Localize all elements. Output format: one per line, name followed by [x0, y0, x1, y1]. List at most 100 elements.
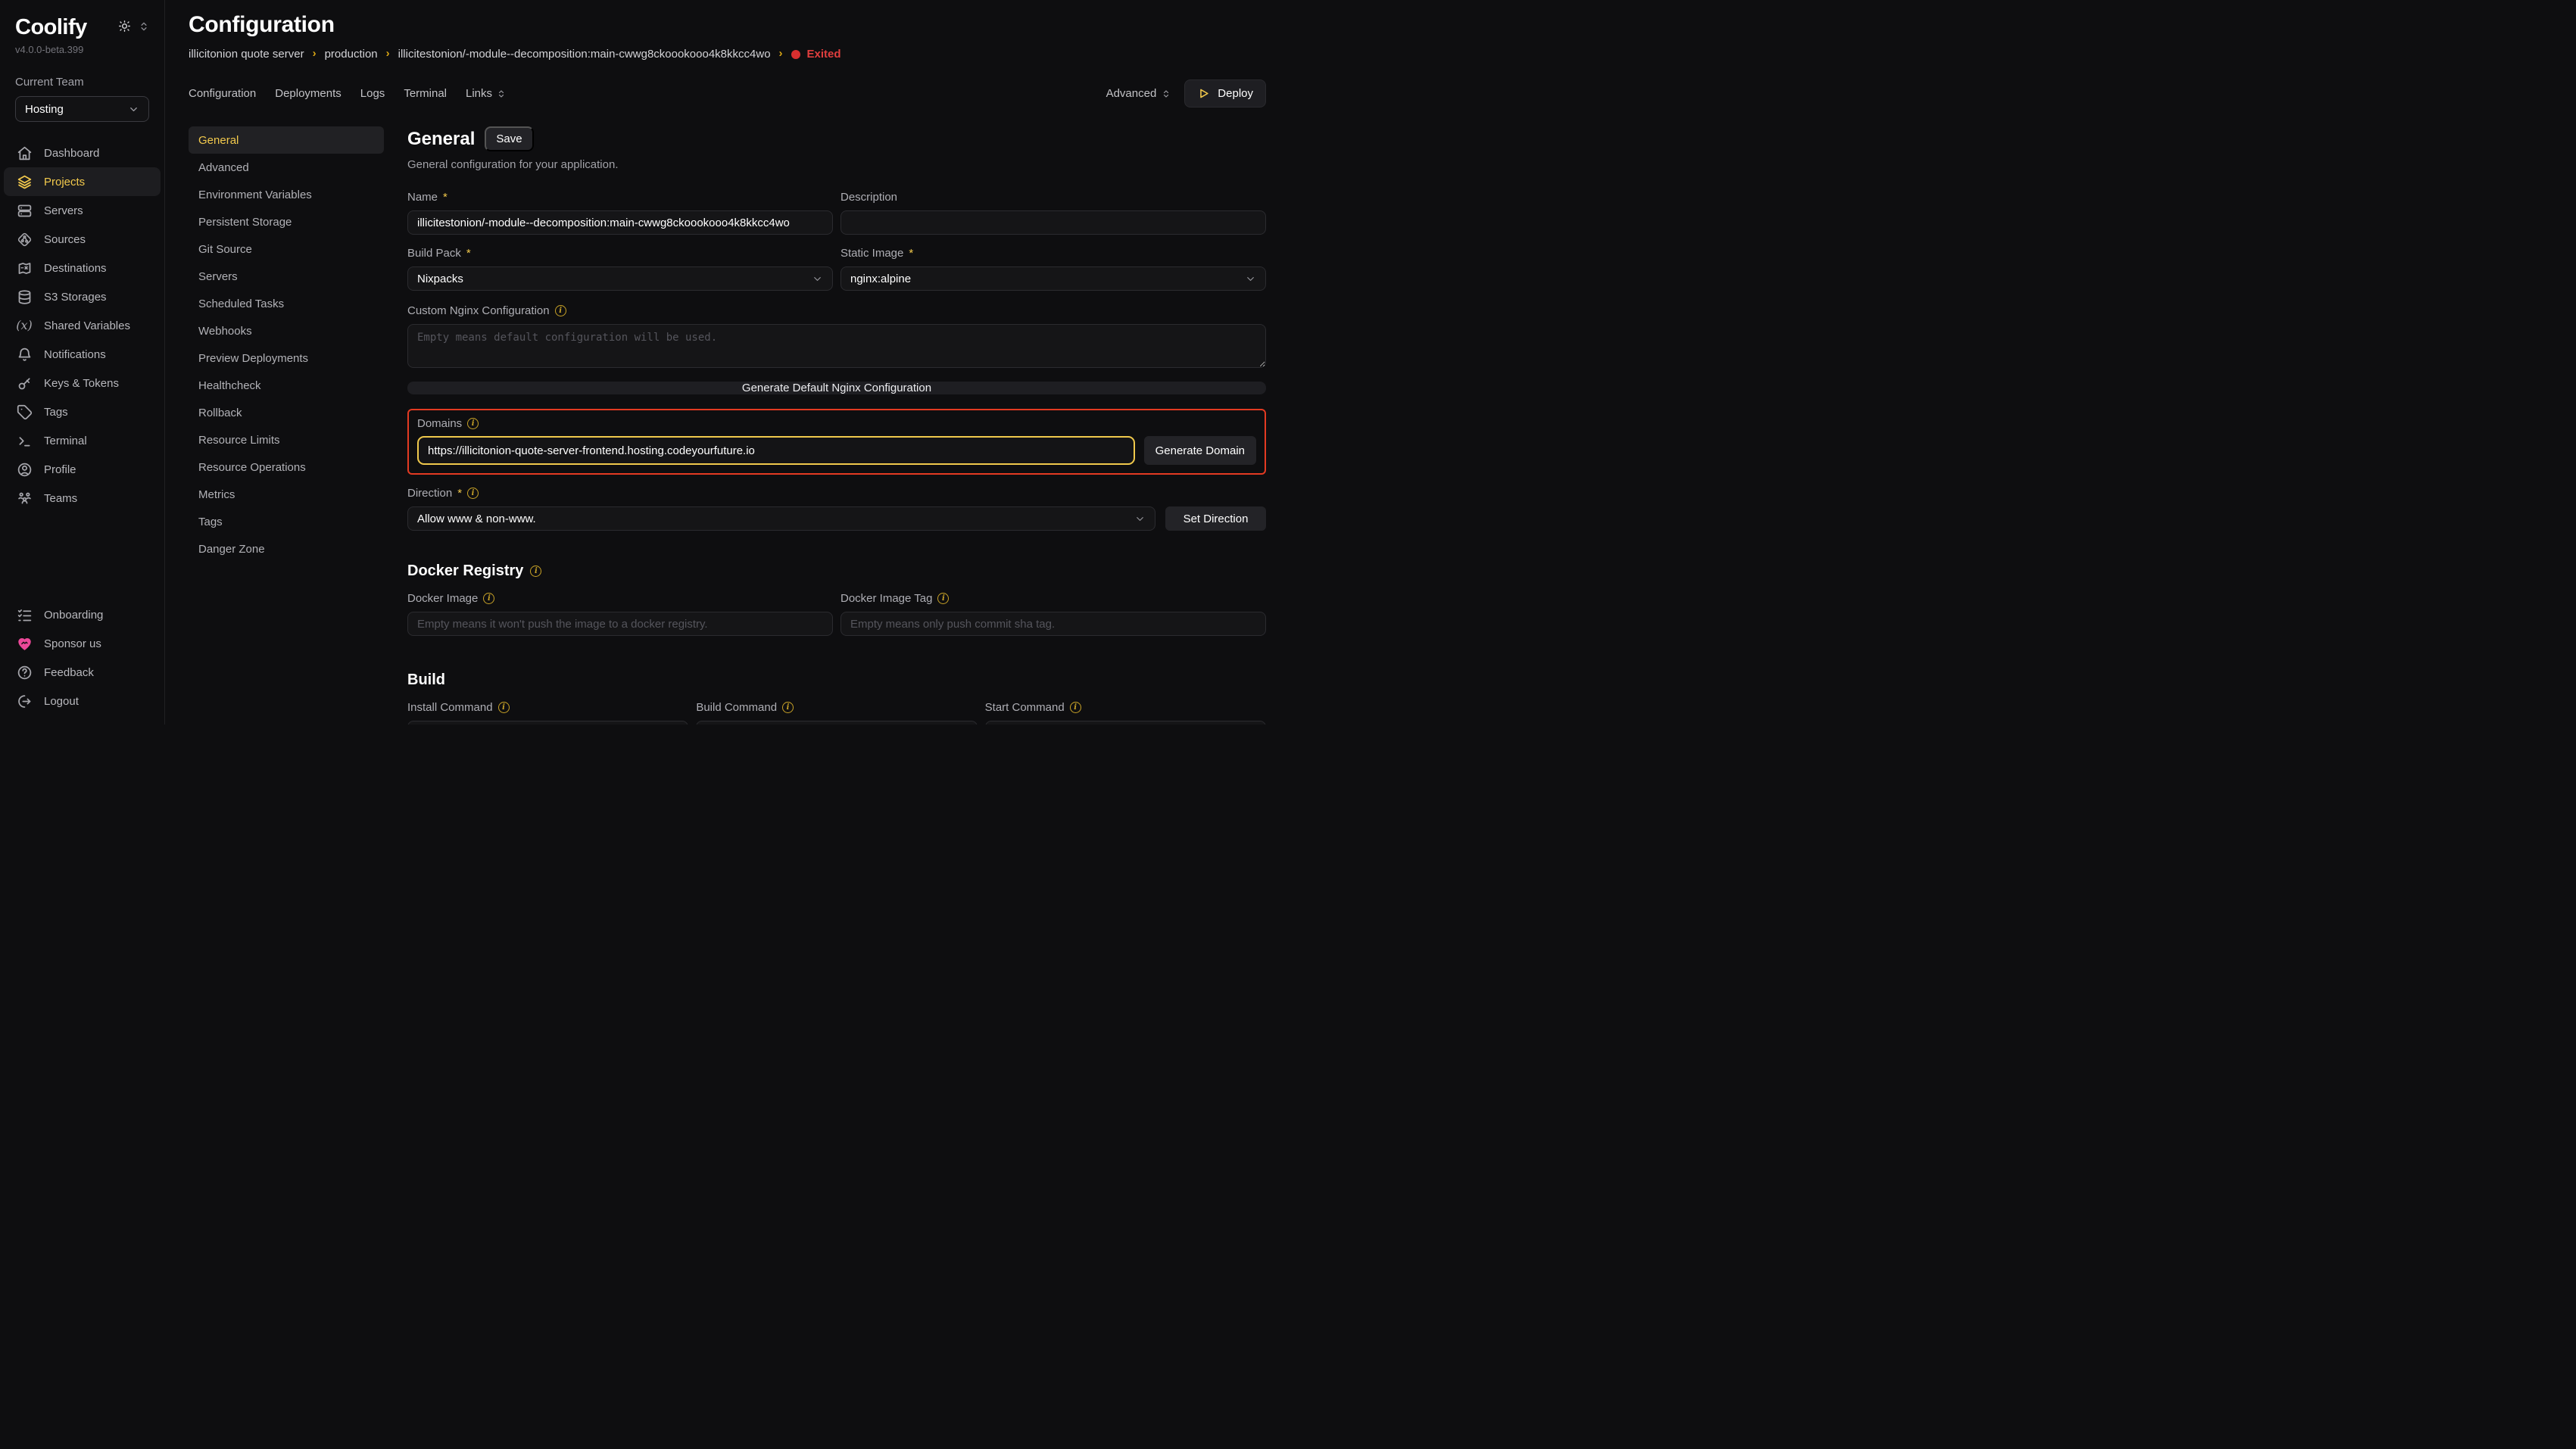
git-source-icon: [16, 232, 33, 248]
advanced-label: Advanced: [1106, 87, 1157, 100]
tab-logs[interactable]: Logs: [360, 87, 385, 100]
subnav-item-servers[interactable]: Servers: [189, 263, 384, 290]
build-pack-label: Build Pack: [407, 247, 461, 260]
tab-links[interactable]: Links: [466, 87, 506, 100]
install-command-input[interactable]: [407, 721, 688, 724]
static-image-select[interactable]: nginx:alpine: [840, 266, 1266, 291]
sidebar-item-label: Shared Variables: [44, 319, 130, 332]
tab-configuration[interactable]: Configuration: [189, 87, 256, 100]
sidebar-item-onboarding[interactable]: Onboarding: [4, 600, 161, 629]
subnav-item-environment-variables[interactable]: Environment Variables: [189, 181, 384, 208]
docker-image-input[interactable]: [407, 612, 833, 636]
chevron-right-icon: ›: [779, 47, 783, 60]
sidebar-item-s3-storages[interactable]: S3 Storages: [4, 282, 161, 311]
subnav-item-tags[interactable]: Tags: [189, 508, 384, 535]
build-pack-select[interactable]: Nixpacks: [407, 266, 833, 291]
sidebar-item-terminal[interactable]: Terminal: [4, 426, 161, 455]
subnav-item-advanced[interactable]: Advanced: [189, 154, 384, 181]
breadcrumb-environment[interactable]: production: [325, 48, 378, 61]
tab-terminal[interactable]: Terminal: [404, 87, 447, 100]
subnav-item-metrics[interactable]: Metrics: [189, 481, 384, 508]
chevron-right-icon: ›: [313, 47, 317, 60]
nginx-config-textarea[interactable]: [407, 324, 1266, 368]
advanced-toggle[interactable]: Advanced: [1106, 87, 1171, 100]
subnav-item-rollback[interactable]: Rollback: [189, 399, 384, 426]
breadcrumb: illicitonion quote server › production ›…: [189, 48, 1266, 61]
domains-input[interactable]: [417, 436, 1135, 465]
description-input[interactable]: [840, 210, 1266, 235]
static-image-label: Static Image: [840, 247, 903, 260]
logout-icon: [16, 693, 33, 709]
sidebar-item-label: Destinations: [44, 262, 107, 275]
build-command-input[interactable]: [696, 721, 977, 724]
tab-deployments[interactable]: Deployments: [275, 87, 341, 100]
sidebar-item-label: Keys & Tokens: [44, 377, 119, 390]
info-icon: i: [555, 305, 566, 316]
subnav-item-healthcheck[interactable]: Healthcheck: [189, 372, 384, 399]
chevron-down-icon: [1134, 513, 1146, 525]
sidebar-item-servers[interactable]: Servers: [4, 196, 161, 225]
chevrons-up-down-icon: [1162, 89, 1171, 98]
sidebar-item-profile[interactable]: Profile: [4, 455, 161, 484]
sidebar-item-keys-tokens[interactable]: Keys & Tokens: [4, 369, 161, 397]
name-input[interactable]: [407, 210, 833, 235]
start-command-input[interactable]: [985, 721, 1266, 724]
status-label: Exited: [807, 48, 841, 61]
sidebar-item-shared-variables[interactable]: (x) Shared Variables: [4, 311, 161, 340]
subnav-item-danger-zone[interactable]: Danger Zone: [189, 535, 384, 562]
current-team-label: Current Team: [15, 76, 149, 89]
collapse-chevrons-icon[interactable]: [139, 21, 149, 32]
generate-domain-button[interactable]: Generate Domain: [1144, 436, 1256, 465]
subnav-item-scheduled-tasks[interactable]: Scheduled Tasks: [189, 290, 384, 317]
breadcrumb-project[interactable]: illicitonion quote server: [189, 48, 304, 61]
sidebar-item-label: Terminal: [44, 435, 87, 447]
sidebar: Coolify v4.0.0-beta.399 Current Team Hos…: [0, 0, 165, 724]
subnav-item-git-source[interactable]: Git Source: [189, 235, 384, 263]
subnav-item-general[interactable]: General: [189, 126, 384, 154]
theme-toggle-sun-icon[interactable]: [118, 20, 131, 33]
general-form: General Save General configuration for y…: [407, 126, 1266, 724]
sidebar-item-tags[interactable]: Tags: [4, 397, 161, 426]
domains-highlight-box: Domainsi Generate Domain: [407, 409, 1266, 475]
sidebar-item-teams[interactable]: Teams: [4, 484, 161, 513]
subnav-item-resource-operations[interactable]: Resource Operations: [189, 453, 384, 481]
breadcrumb-application[interactable]: illicitestonion/-module--decomposition:m…: [398, 48, 771, 61]
info-icon: i: [530, 566, 541, 577]
docker-image-tag-input[interactable]: [840, 612, 1266, 636]
sidebar-item-label: Notifications: [44, 348, 106, 361]
domains-label: Domains: [417, 417, 462, 430]
nginx-config-label: Custom Nginx Configuration: [407, 304, 550, 317]
chevron-down-icon: [1245, 273, 1256, 285]
deploy-button[interactable]: Deploy: [1184, 79, 1266, 108]
section-title-build: Build: [407, 672, 445, 689]
subnav-item-preview-deployments[interactable]: Preview Deployments: [189, 344, 384, 372]
sidebar-item-sources[interactable]: Sources: [4, 225, 161, 254]
sidebar-item-projects[interactable]: Projects: [4, 167, 161, 196]
team-select[interactable]: Hosting: [15, 96, 149, 122]
chevron-right-icon: ›: [386, 47, 390, 60]
sidebar-item-label: Feedback: [44, 666, 94, 679]
generate-nginx-button[interactable]: Generate Default Nginx Configuration: [407, 382, 1266, 394]
sidebar-item-feedback[interactable]: Feedback: [4, 658, 161, 687]
server-icon: [16, 203, 33, 219]
sidebar-item-label: Sponsor us: [44, 637, 101, 650]
sidebar-nav: Dashboard Projects Servers Sources Desti…: [0, 139, 164, 513]
sidebar-item-dashboard[interactable]: Dashboard: [4, 139, 161, 167]
sidebar-item-logout[interactable]: Logout: [4, 687, 161, 715]
subnav-item-resource-limits[interactable]: Resource Limits: [189, 426, 384, 453]
info-icon: i: [483, 593, 494, 604]
static-image-value: nginx:alpine: [850, 273, 911, 285]
sidebar-footer: Onboarding Sponsor us Feedback Logout: [0, 600, 164, 715]
sidebar-item-destinations[interactable]: Destinations: [4, 254, 161, 282]
heart-icon: [16, 636, 33, 652]
sidebar-item-notifications[interactable]: Notifications: [4, 340, 161, 369]
sidebar-item-sponsor-us[interactable]: Sponsor us: [4, 629, 161, 658]
set-direction-button[interactable]: Set Direction: [1165, 506, 1266, 531]
subnav-item-persistent-storage[interactable]: Persistent Storage: [189, 208, 384, 235]
direction-select[interactable]: Allow www & non-www.: [407, 506, 1155, 531]
save-button[interactable]: Save: [485, 126, 533, 151]
tab-bar: Configuration Deployments Logs Terminal …: [189, 79, 1266, 108]
subnav-item-webhooks[interactable]: Webhooks: [189, 317, 384, 344]
chevrons-up-down-icon: [497, 89, 506, 98]
layers-icon: [16, 174, 33, 190]
